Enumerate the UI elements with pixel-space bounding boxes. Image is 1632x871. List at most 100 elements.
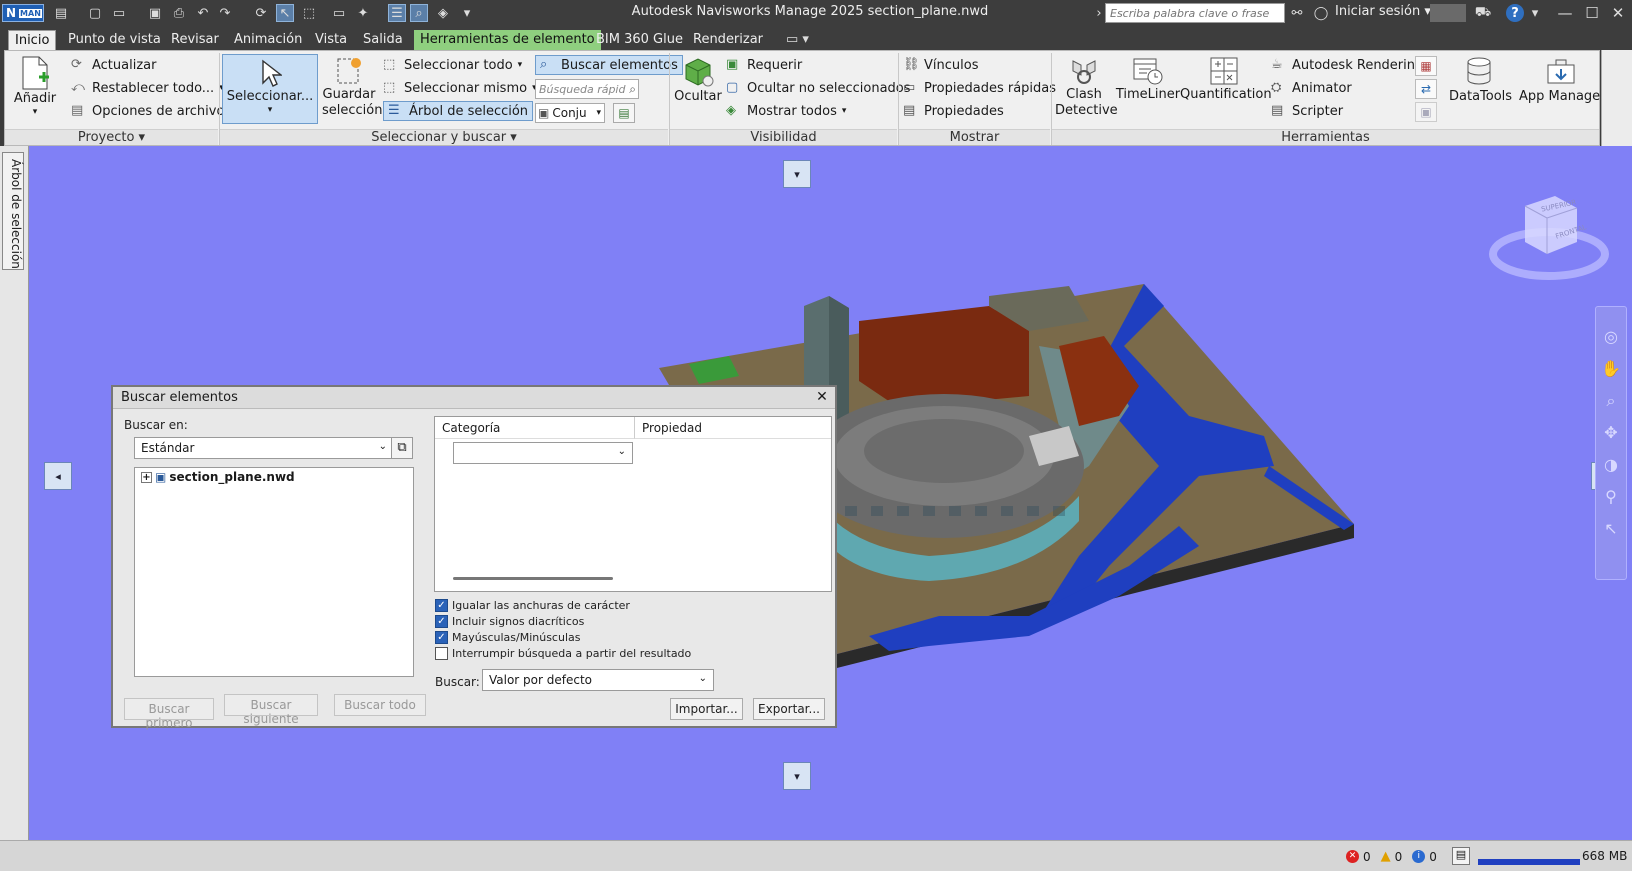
sets-dropdown[interactable]: ▣ Conju ▾: [535, 103, 605, 123]
find-items-button[interactable]: ⌕ Buscar elementos: [535, 55, 683, 75]
viewport-top-arrow[interactable]: ▾: [783, 160, 811, 188]
import-button[interactable]: Importar...: [670, 698, 743, 720]
save-selection-button[interactable]: Guardar selección: [322, 55, 382, 125]
new-window-icon[interactable]: ⧉: [391, 437, 413, 459]
scripter-button[interactable]: ▤ Scripter: [1271, 103, 1343, 119]
select-same-button[interactable]: ⬚Seleccionar mismo▾: [383, 80, 537, 96]
tab-salida[interactable]: Salida: [357, 30, 409, 50]
batch-utility-icon[interactable]: ⇄: [1415, 79, 1437, 99]
app-logo[interactable]: N MAN: [2, 4, 44, 22]
hide-unselected-button[interactable]: ▢ Ocultar no seleccionados: [726, 80, 911, 96]
grid-scrollbar[interactable]: [453, 577, 613, 580]
select-button[interactable]: Seleccionar... ▾: [222, 54, 318, 124]
manage-sets-icon[interactable]: ▤: [613, 103, 635, 123]
save-icon[interactable]: ▣: [146, 4, 164, 22]
binoculars-icon[interactable]: ⚯: [1288, 4, 1306, 22]
col-property-header[interactable]: Propiedad: [635, 417, 831, 439]
ribbon-scrollbar[interactable]: [1601, 50, 1632, 146]
tab-animacion[interactable]: Animación: [228, 30, 308, 50]
tab-bim360-glue[interactable]: BIM 360 Glue: [590, 30, 689, 50]
tab-revisar[interactable]: Revisar: [165, 30, 225, 50]
panel-proyecto[interactable]: Proyecto ▾: [5, 129, 218, 145]
new-file-icon[interactable]: ▢: [86, 4, 104, 22]
panel-seleccionar[interactable]: Seleccionar y buscar ▾: [220, 129, 668, 145]
pick-icon[interactable]: ✦: [354, 4, 372, 22]
redo-icon[interactable]: ↷: [216, 4, 234, 22]
require-button[interactable]: ▣ Requerir: [726, 57, 802, 73]
help-dropdown-icon[interactable]: ▾: [1526, 4, 1544, 22]
quick-search-icon[interactable]: ⌕: [629, 82, 638, 97]
category-dropdown[interactable]: ⌄: [453, 442, 633, 464]
cart-icon[interactable]: ⛟: [1474, 4, 1492, 22]
conditions-grid[interactable]: Categoría Propiedad ⌄: [434, 416, 832, 592]
customize-qat-icon[interactable]: ▾: [458, 4, 476, 22]
option-prune[interactable]: Interrumpir búsqueda a partir del result…: [435, 645, 691, 661]
checkbox-checked[interactable]: ✓: [435, 598, 448, 612]
tab-punto-de-vista[interactable]: Punto de vista: [62, 30, 167, 50]
find-items-icon[interactable]: ⌕: [410, 4, 428, 22]
open-folder-icon[interactable]: ▭: [110, 4, 128, 22]
reset-all-button[interactable]: ⤺Restablecer todo...▾: [71, 80, 224, 96]
checkbox-checked[interactable]: ✓: [435, 614, 448, 628]
properties-button[interactable]: ▤ Propiedades: [903, 103, 1004, 119]
animator-button[interactable]: ⛭ Animator: [1271, 80, 1352, 96]
selection-tree-icon[interactable]: ☰: [388, 4, 406, 22]
add-button[interactable]: Añadir ▾: [13, 55, 57, 125]
render-icon[interactable]: ◈: [434, 4, 452, 22]
col-category-header[interactable]: Categoría: [435, 417, 635, 439]
clash-detective-button[interactable]: Clash Detective: [1055, 55, 1118, 127]
search-in-dropdown[interactable]: Estándar ⌄: [134, 437, 394, 459]
viewcube[interactable]: SUPERIOR FRONTAL: [1485, 186, 1613, 286]
show-all-button[interactable]: ◈ Mostrar todos ▾: [726, 103, 846, 119]
dialog-close-icon[interactable]: ✕: [813, 389, 831, 407]
help-search-input[interactable]: [1105, 3, 1285, 23]
find-first-button[interactable]: Buscar primero: [124, 698, 214, 730]
checkbox-unchecked[interactable]: [435, 646, 448, 660]
viewport-bottom-arrow[interactable]: ▾: [783, 762, 811, 790]
timeliner-button[interactable]: TimeLiner: [1115, 55, 1181, 125]
selection-tree-button[interactable]: ☰ Árbol de selección: [383, 101, 534, 121]
quick-search-field[interactable]: Búsqueda rápid ⌕: [535, 79, 639, 99]
checkbox-checked[interactable]: ✓: [435, 630, 448, 644]
tab-herramientas-elemento[interactable]: Herramientas de elemento: [414, 30, 601, 50]
links-button[interactable]: ⛓ Vínculos: [903, 57, 978, 73]
compare-icon[interactable]: ▣: [1415, 102, 1437, 122]
tab-vista[interactable]: Vista: [309, 30, 353, 50]
find-all-button[interactable]: Buscar todo: [334, 694, 426, 716]
option-case[interactable]: ✓ Mayúsculas/Minúsculas: [435, 629, 691, 645]
steering-wheel-icon[interactable]: ◎: [1596, 321, 1626, 353]
minimize-icon[interactable]: —: [1552, 2, 1578, 24]
select-box-icon[interactable]: ⬚: [300, 4, 318, 22]
tree-item[interactable]: + ▣ section_plane.nwd: [135, 468, 413, 486]
maximize-icon[interactable]: ☐: [1579, 2, 1605, 24]
option-diacritics[interactable]: ✓ Incluir signos diacríticos: [435, 613, 691, 629]
sheet-browser-icon[interactable]: ▤: [1452, 847, 1470, 865]
zoom-window-icon[interactable]: ⌕: [1596, 385, 1626, 417]
sign-in-button[interactable]: Iniciar sesión ▾: [1335, 4, 1431, 19]
refresh-icon[interactable]: ⟳: [252, 4, 270, 22]
find-next-button[interactable]: Buscar siguiente: [224, 694, 318, 726]
refresh-button[interactable]: ⟳ Actualizar: [71, 57, 156, 73]
file-options-button[interactable]: ▤ Opciones de archivo: [71, 103, 224, 119]
user-icon[interactable]: ◯: [1312, 4, 1330, 22]
select-window-icon[interactable]: ▭: [330, 4, 348, 22]
orbit-icon[interactable]: ✥: [1596, 417, 1626, 449]
select-nav-icon[interactable]: ↖: [1596, 513, 1626, 545]
app-manager-button[interactable]: App Manager: [1519, 55, 1606, 125]
walk-icon[interactable]: ⚲: [1596, 481, 1626, 513]
user-avatar[interactable]: [1430, 4, 1466, 22]
pan-icon[interactable]: ✋: [1596, 353, 1626, 385]
search-tree[interactable]: + ▣ section_plane.nwd: [134, 467, 414, 677]
tab-inicio[interactable]: Inicio: [8, 30, 57, 50]
quantification-button[interactable]: Quantification: [1180, 55, 1272, 125]
dialog-title-bar[interactable]: Buscar elementos: [113, 387, 835, 409]
datatools-button[interactable]: DataTools: [1449, 55, 1512, 125]
sidebar-toggle-icon[interactable]: ▤: [52, 4, 70, 22]
undo-icon[interactable]: ↶: [194, 4, 212, 22]
look-icon[interactable]: ◑: [1596, 449, 1626, 481]
hide-button[interactable]: Ocultar: [673, 55, 723, 125]
status-counts[interactable]: ✕ 0 ▲ 0 i 0: [1346, 849, 1437, 864]
export-button[interactable]: Exportar...: [753, 698, 825, 720]
select-all-button[interactable]: ⬚ Seleccionar todo ▾: [383, 57, 522, 73]
tab-overflow-icon[interactable]: ▭ ▾: [780, 30, 815, 50]
